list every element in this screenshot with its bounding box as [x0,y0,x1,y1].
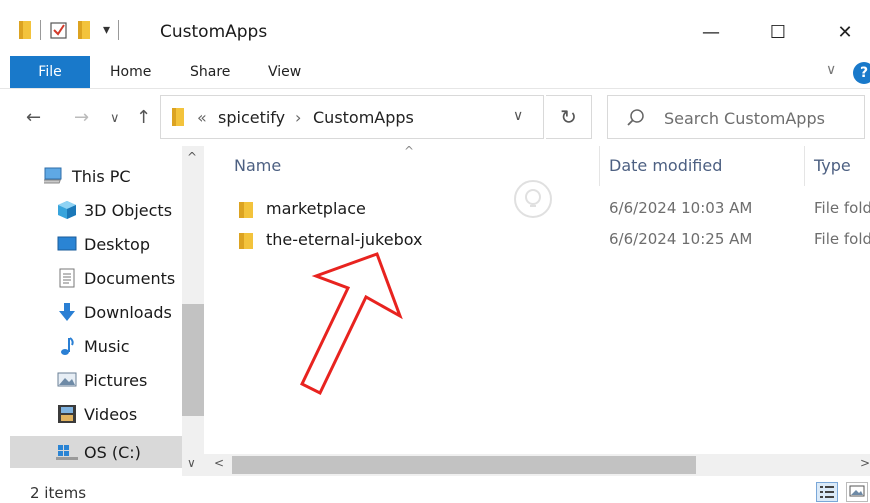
nav-item-label: Music [84,336,130,356]
nav-item-documents[interactable]: Documents [10,263,182,293]
address-bar[interactable]: « spicetify › CustomApps ∨ [160,95,544,139]
address-dropdown-button[interactable]: ∨ [513,108,523,124]
quick-access-toolbar: ▾ [18,20,120,40]
tab-view[interactable]: View [268,56,301,88]
nav-item-label: Downloads [84,302,172,322]
recent-locations-button[interactable]: ∨ [110,111,120,126]
music-icon [56,335,78,357]
customize-toolbar-dropdown[interactable]: ▾ [103,22,110,38]
properties-icon[interactable] [49,20,69,40]
picture-icon [56,369,78,391]
cube-icon [56,199,78,221]
folder-icon [239,202,253,218]
ribbon: File Home Share View ∨ ? [0,56,870,88]
nav-item-desktop[interactable]: Desktop [10,229,182,259]
help-icon[interactable]: ? [853,62,870,84]
scrollbar-thumb[interactable] [232,456,696,474]
window-title: CustomApps [160,22,268,42]
nav-item-downloads[interactable]: Downloads [10,297,182,327]
nav-item-label: Videos [84,404,138,424]
nav-item-videos[interactable]: Videos [10,399,182,429]
toolbar-separator [118,20,120,40]
watermark-logo [510,176,640,226]
desktop-icon [56,233,78,255]
search-box[interactable] [607,95,865,139]
tab-share[interactable]: Share [190,56,230,88]
sort-indicator-icon: ^ [404,146,415,158]
horizontal-scrollbar[interactable]: < > [204,454,870,476]
file-name[interactable]: marketplace [266,199,366,218]
refresh-button[interactable]: ↻ [546,95,592,139]
breadcrumb-overflow[interactable]: « [197,108,207,127]
file-type: File fold [814,199,870,217]
large-icons-view-button[interactable] [846,482,868,502]
folder-icon [239,233,253,249]
details-view-icon [820,486,834,498]
title-bar: ▾ CustomApps — ☐ ✕ [0,0,870,56]
up-button[interactable]: ↑ [136,107,151,128]
film-icon [56,403,78,425]
toolbar-separator [40,20,41,40]
scrollbar-thumb[interactable] [182,304,204,416]
nav-item-music[interactable]: Music [10,331,182,361]
column-header-type[interactable]: Type [814,156,851,175]
document-icon [56,267,78,289]
navigation-scrollbar[interactable]: ^ ∨ [182,146,204,476]
tab-file[interactable]: File [10,56,90,88]
item-count: 2 items [30,484,87,502]
nav-item-3d-objects[interactable]: 3D Objects [10,195,182,225]
details-view-button[interactable] [816,482,838,502]
close-button[interactable]: ✕ [822,14,868,50]
column-divider[interactable] [804,146,805,186]
back-button[interactable]: ← [26,107,41,128]
nav-item-pictures[interactable]: Pictures [10,365,182,395]
forward-button[interactable]: → [74,107,89,128]
scroll-up-button[interactable]: ^ [187,150,197,164]
nav-item-label: OS (C:) [84,442,141,462]
breadcrumb-customapps[interactable]: CustomApps [313,108,414,127]
address-row: ← → ∨ ↑ « spicetify › CustomApps ∨ ↻ [0,88,870,146]
nav-item-label: This PC [72,166,131,186]
nav-item-label: 3D Objects [84,200,173,220]
nav-item-this-pc[interactable]: This PC [10,161,182,191]
large-icons-view-icon [849,485,865,497]
folder-icon [19,21,31,39]
expand-ribbon-button[interactable]: ∨ [826,62,836,78]
maximize-button[interactable]: ☐ [755,14,801,50]
column-header-name[interactable]: Name [234,156,281,175]
breadcrumb-spicetify[interactable]: spicetify [218,108,285,127]
nav-item-os-c[interactable]: OS (C:) [10,436,182,468]
file-type: File fold [814,230,870,248]
new-folder-icon[interactable] [77,20,91,40]
minimize-button[interactable]: — [688,14,734,50]
download-icon [56,301,78,323]
file-date-modified: 6/6/2024 10:25 AM [609,230,753,248]
nav-item-label: Desktop [84,234,150,254]
nav-item-label: Documents [84,268,176,288]
breadcrumb-separator[interactable]: › [295,108,301,127]
status-bar: 2 items [0,476,870,503]
search-input[interactable] [664,104,860,132]
drive-icon [56,441,78,463]
scroll-down-button[interactable]: ∨ [187,456,196,470]
tab-home[interactable]: Home [110,56,151,88]
navigation-pane: This PC 3D Objects Desktop Documents Dow… [10,146,182,476]
column-header-date-modified[interactable]: Date modified [609,156,722,175]
folder-icon [172,108,184,126]
lightbulb-icon [514,180,552,218]
nav-item-label: Pictures [84,370,148,390]
scroll-right-button[interactable]: > [860,456,870,470]
computer-icon [44,165,66,187]
search-icon [627,109,644,126]
table-row[interactable]: the-eternal-jukebox 6/6/2024 10:25 AM Fi… [204,225,870,255]
scroll-left-button[interactable]: < [214,456,224,470]
file-name[interactable]: the-eternal-jukebox [266,230,423,249]
